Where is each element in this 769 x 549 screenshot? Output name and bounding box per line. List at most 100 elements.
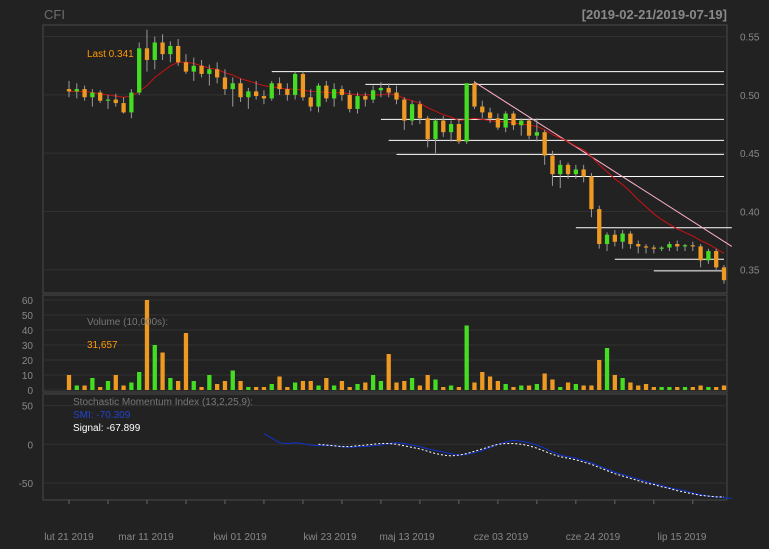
last-price-label: Last 0.341 xyxy=(87,49,134,60)
candle-up xyxy=(519,120,524,126)
volume-bar xyxy=(620,378,625,390)
candle-up xyxy=(316,85,321,107)
volume-bar xyxy=(612,375,617,390)
candle-up xyxy=(370,90,376,100)
volume-bar xyxy=(144,300,150,390)
candle-down xyxy=(714,251,719,268)
volume-bar xyxy=(129,382,134,390)
candle-down xyxy=(636,244,641,247)
candle-down xyxy=(238,83,243,98)
candle-down xyxy=(511,113,516,126)
volume-last-value: 31,657 xyxy=(87,340,118,351)
volume-bar xyxy=(675,387,680,390)
candle-up xyxy=(409,104,415,121)
volume-bar xyxy=(269,384,274,390)
volume-bar xyxy=(550,379,555,390)
x-axis-label: maj 13 2019 xyxy=(379,532,434,543)
candle-down xyxy=(144,48,150,60)
candle-up xyxy=(105,99,111,101)
candle-up xyxy=(659,247,664,249)
volume-bar xyxy=(581,385,586,390)
volume-bar xyxy=(207,375,212,390)
smi-tick-label: 0 xyxy=(27,440,33,451)
candle-down xyxy=(628,233,633,245)
volume-bar xyxy=(409,378,415,390)
volume-bar xyxy=(721,385,727,390)
candle-up xyxy=(558,164,563,175)
candle-down xyxy=(612,234,617,242)
candle-up xyxy=(269,83,274,99)
candle-down xyxy=(643,246,649,248)
candle-up xyxy=(682,245,688,247)
candle-down xyxy=(285,89,290,95)
candle-up xyxy=(168,45,173,55)
candle-down xyxy=(339,89,345,95)
price-tick-label: 0.45 xyxy=(740,149,760,160)
candle-down xyxy=(66,89,72,92)
volume-bar xyxy=(105,381,111,390)
x-axis-label: kwi 01 2019 xyxy=(213,532,267,543)
price-tick-label: 0.40 xyxy=(740,207,760,218)
volume-bar xyxy=(714,387,719,390)
volume-tick-label: 40 xyxy=(22,326,34,337)
volume-bar xyxy=(176,381,181,390)
volume-bar xyxy=(558,387,563,390)
volume-tick-label: 0 xyxy=(27,386,33,397)
volume-bar xyxy=(519,385,524,390)
candle-up xyxy=(503,113,508,128)
candle-down xyxy=(581,169,586,177)
volume-bar xyxy=(690,387,695,390)
volume-tick-label: 50 xyxy=(22,311,34,322)
candle-down xyxy=(176,45,181,63)
candle-down xyxy=(542,132,547,156)
candle-up xyxy=(448,124,454,133)
volume-bar xyxy=(480,372,485,390)
volume-bar xyxy=(464,325,469,390)
candle-down xyxy=(550,155,555,175)
price-panel-frame xyxy=(42,24,728,294)
volume-bar xyxy=(300,381,306,390)
candle-up xyxy=(191,65,196,72)
candle-up xyxy=(331,89,337,99)
volume-bar xyxy=(347,387,352,390)
volume-bar xyxy=(589,385,594,390)
volume-bar xyxy=(425,375,430,390)
price-tick-label: 0.35 xyxy=(740,266,760,277)
volume-bar xyxy=(441,387,446,390)
candle-up xyxy=(129,92,134,113)
candle-up xyxy=(74,89,79,92)
candle-down xyxy=(394,92,399,100)
volume-bar xyxy=(355,384,360,390)
volume-bar xyxy=(261,387,267,390)
volume-bar xyxy=(378,381,384,390)
volume-bar xyxy=(199,387,204,390)
candle-up xyxy=(464,83,469,142)
volume-bar xyxy=(363,382,368,390)
candle-up xyxy=(604,234,610,245)
candle-down xyxy=(472,83,477,107)
smi-panel-frame xyxy=(42,393,728,501)
volume-bar xyxy=(597,360,602,390)
volume-bar xyxy=(542,373,547,390)
volume-bar xyxy=(604,348,610,390)
candle-down xyxy=(300,73,306,98)
candle-down xyxy=(347,94,352,109)
candle-down xyxy=(402,99,407,121)
volume-bar xyxy=(682,387,688,390)
candle-down xyxy=(417,104,423,119)
volume-bar xyxy=(222,381,228,390)
candle-down xyxy=(386,87,391,93)
x-axis-label: cze 03 2019 xyxy=(474,532,529,543)
candle-up xyxy=(207,69,212,74)
candle-down xyxy=(480,106,485,113)
smi-value-label: SMI: -70.309 xyxy=(73,410,131,421)
price-tick-label: 0.50 xyxy=(740,91,760,102)
candle-down xyxy=(597,209,602,245)
volume-bar xyxy=(698,385,703,390)
volume-bar xyxy=(137,372,142,390)
volume-bar xyxy=(487,376,493,390)
volume-bar xyxy=(285,387,290,390)
volume-bar xyxy=(308,381,313,390)
candle-down xyxy=(82,89,87,98)
volume-bar xyxy=(394,382,399,390)
